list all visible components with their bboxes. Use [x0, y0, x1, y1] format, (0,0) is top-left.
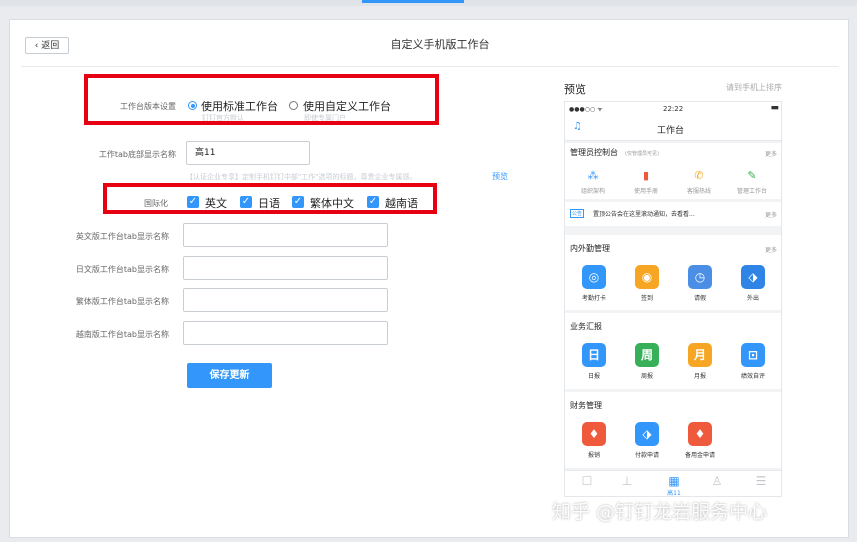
pin-icon: ◉ [635, 265, 659, 289]
signal-icon: ●●●○○ ᯤ [569, 106, 603, 113]
active-tab-indicator [362, 0, 464, 3]
admin-subtitle: (仅管理员可见) [625, 151, 659, 157]
app-hotline[interactable]: ✆ 客服热线 [677, 169, 721, 195]
finance-title: 财务管理 [570, 401, 602, 410]
phone-title: 工作台 [657, 126, 685, 136]
arrow-icon: ⬗ [741, 265, 765, 289]
english-name-label: 英文版工作台tab显示名称 [75, 232, 169, 241]
vietnamese-name-input[interactable] [183, 321, 388, 345]
back-button[interactable]: ‹ 返回 [25, 37, 69, 54]
cash-icon: ♦ [688, 422, 712, 446]
tab-name-hint: 【认证企业专享】定制手机钉钉中部"工作"选项的标题，尊贵企业专属感。 [186, 173, 417, 181]
app-petty-cash[interactable]: ♦ 备用金申请 [678, 422, 722, 459]
payment-icon: ⬗ [635, 422, 659, 446]
org-icon: ⁂ [587, 169, 599, 182]
wrench-icon: ✎ [747, 169, 757, 182]
daily-icon: 日 [582, 343, 606, 367]
bell-icon: ♫ [573, 121, 582, 132]
ding-icon[interactable]: ⊥ [605, 474, 649, 488]
admin-section: 管理员控制台 (仅管理员可见) 更多 ⁂ 组织架构 ▮ 使用手册 ✆ 客服热线 ✎ 管理… [565, 143, 781, 199]
finance-section: 财务管理 ♦ 报销 ⬗ 付款申请 ♦ 备用金申请 [565, 392, 781, 468]
notice-more[interactable]: 更多 [765, 210, 777, 219]
divider [21, 66, 839, 67]
preview-link[interactable]: 预览 [492, 171, 508, 182]
english-name-input[interactable] [183, 223, 388, 247]
admin-title: 管理员控制台 [570, 148, 618, 157]
app-clock-in[interactable]: ◎ 考勤打卡 [572, 265, 616, 302]
app-sign-in[interactable]: ◉ 签到 [625, 265, 669, 302]
phone-tabbar: ☐ ⊥ ▦ 高11 ♙ ☰ [565, 470, 781, 496]
attendance-section: 内外勤管理 更多 ◎ 考勤打卡 ◉ 签到 ◷ 请假 ⬗ 外出 [565, 235, 781, 310]
app-weekly[interactable]: 周周报 [625, 343, 669, 380]
contacts-icon[interactable]: ♙ [695, 474, 739, 488]
attendance-more[interactable]: 更多 [765, 245, 777, 254]
notice-bar[interactable]: 公告 置顶公告会在这里滚动通知，去看看... 更多 [565, 202, 781, 226]
phone-icon: ✆ [694, 169, 704, 182]
app-performance[interactable]: ⊡ 绩效自评 [731, 343, 775, 380]
app-payment[interactable]: ⬗ 付款申请 [625, 422, 669, 459]
app-daily[interactable]: 日日报 [572, 343, 616, 380]
app-out[interactable]: ⬗ 外出 [731, 265, 775, 302]
japanese-name-label: 日文版工作台tab显示名称 [75, 265, 169, 274]
app-monthly[interactable]: 月月报 [678, 343, 722, 380]
app-manual[interactable]: ▮ 使用手册 [624, 169, 668, 195]
admin-more[interactable]: 更多 [765, 149, 777, 158]
reports-title: 业务汇报 [570, 322, 602, 331]
top-strip [0, 0, 857, 6]
highlight-box-i18n [103, 183, 437, 214]
phone-status-bar: ●●●○○ ᯤ 22:22 ▬ [565, 102, 781, 116]
phone-time: 22:22 [663, 105, 684, 113]
tab-workbench[interactable]: ▦ 高11 [652, 474, 696, 496]
chat-icon[interactable]: ☐ [565, 474, 609, 488]
tab-name-label: 工作tab底部显示名称 [98, 150, 176, 159]
app-admin-workbench[interactable]: ✎ 管理工作台 [730, 169, 774, 195]
weekly-icon: 周 [635, 343, 659, 367]
location-icon: ◎ [582, 265, 606, 289]
monthly-icon: 月 [688, 343, 712, 367]
notice-text: 置顶公告会在这里滚动通知，去看看... [593, 211, 695, 218]
traditional-name-label: 繁体版工作台tab显示名称 [75, 297, 169, 306]
calendar-icon: ◷ [688, 265, 712, 289]
tab-name-input[interactable]: 高11 [186, 141, 310, 165]
money-bag-icon: ♦ [582, 422, 606, 446]
phone-preview: ●●●○○ ᯤ 22:22 ▬ ♫ 工作台 管理员控制台 (仅管理员可见) 更多… [564, 101, 782, 497]
app-leave[interactable]: ◷ 请假 [678, 265, 722, 302]
reports-section: 业务汇报 日日报 周周报 月月报 ⊡ 绩效自评 [565, 313, 781, 389]
preview-title: 预览 [564, 83, 586, 96]
watermark: 知乎 @钉钉龙岩服务中心 [552, 501, 768, 523]
highlight-box-version [84, 74, 439, 125]
vietnamese-name-label: 越南版工作台tab显示名称 [75, 330, 169, 339]
phone-header: ♫ 工作台 [565, 116, 781, 141]
save-button[interactable]: 保存更新 [187, 363, 272, 388]
app-reimburse[interactable]: ♦ 报销 [572, 422, 616, 459]
sort-hint: 请到手机上排序 [726, 83, 782, 92]
menu-icon[interactable]: ☰ [739, 474, 781, 488]
battery-icon: ▬ [770, 103, 779, 113]
grid-icon: ▦ [668, 474, 680, 488]
performance-icon: ⊡ [741, 343, 765, 367]
notice-badge: 公告 [570, 209, 585, 218]
attendance-title: 内外勤管理 [570, 244, 610, 253]
page-title: 自定义手机版工作台 [390, 38, 490, 51]
book-icon: ▮ [642, 169, 650, 182]
traditional-name-input[interactable] [183, 288, 388, 312]
app-org[interactable]: ⁂ 组织架构 [571, 169, 615, 195]
chevron-left-icon: ‹ [34, 41, 39, 51]
japanese-name-input[interactable] [183, 256, 388, 280]
